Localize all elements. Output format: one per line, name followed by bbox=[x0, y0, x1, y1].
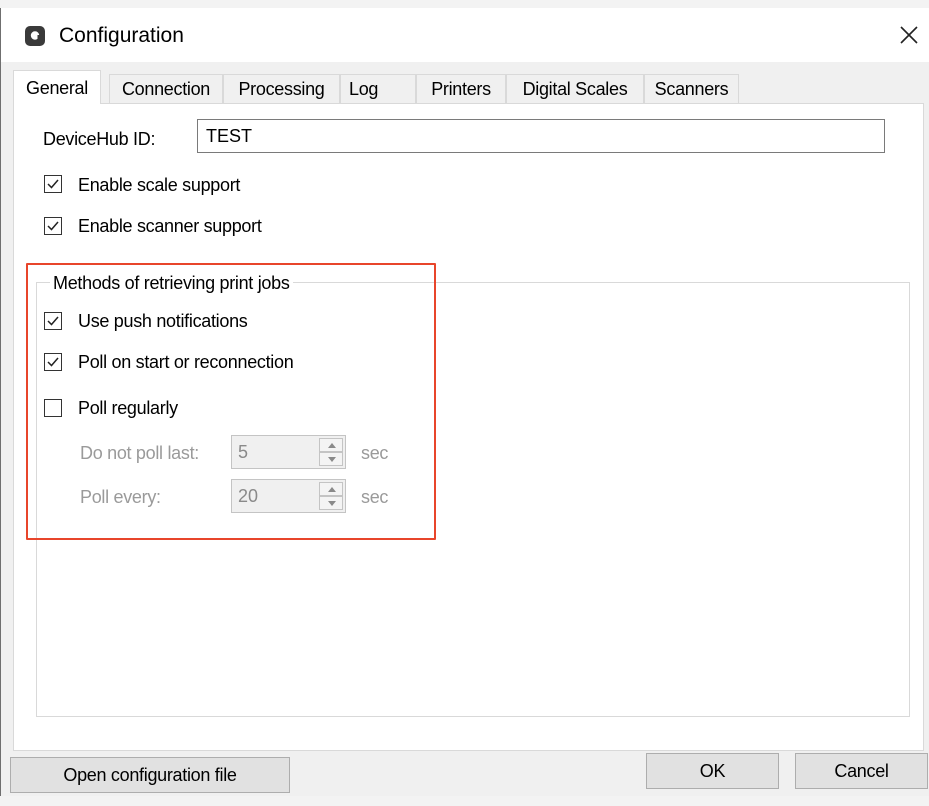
enable-scanner-support-label[interactable]: Enable scanner support bbox=[78, 215, 262, 237]
devicehub-id-label: DeviceHub ID: bbox=[43, 129, 156, 149]
enable-scanner-support-checkbox[interactable] bbox=[44, 217, 62, 235]
devicehub-id-input[interactable]: TEST bbox=[197, 119, 885, 153]
tab-scanners[interactable]: Scanners bbox=[644, 74, 739, 103]
tab-connection[interactable]: Connection bbox=[109, 74, 223, 103]
annotation-highlight-box bbox=[26, 263, 436, 540]
checkmark-icon bbox=[47, 221, 59, 231]
enable-scale-support-checkbox[interactable] bbox=[44, 175, 62, 193]
window-title: Configuration bbox=[59, 24, 184, 47]
close-button[interactable] bbox=[891, 17, 927, 53]
open-configuration-file-button[interactable]: Open configuration file bbox=[10, 757, 290, 793]
ok-button[interactable]: OK bbox=[646, 753, 779, 789]
tab-printers[interactable]: Printers bbox=[416, 74, 506, 103]
tab-log[interactable]: Log bbox=[340, 74, 416, 103]
enable-scale-support-label[interactable]: Enable scale support bbox=[78, 174, 240, 196]
app-logo-icon bbox=[25, 26, 45, 46]
close-icon bbox=[900, 26, 918, 44]
tab-processing[interactable]: Processing bbox=[223, 74, 340, 103]
title-bar: Configuration bbox=[1, 8, 929, 62]
tab-general[interactable]: General bbox=[13, 70, 101, 104]
tab-digital-scales[interactable]: Digital Scales bbox=[506, 74, 644, 103]
checkmark-icon bbox=[47, 179, 59, 189]
background-window-strip-bottom bbox=[0, 796, 929, 806]
cancel-button[interactable]: Cancel bbox=[795, 753, 928, 789]
